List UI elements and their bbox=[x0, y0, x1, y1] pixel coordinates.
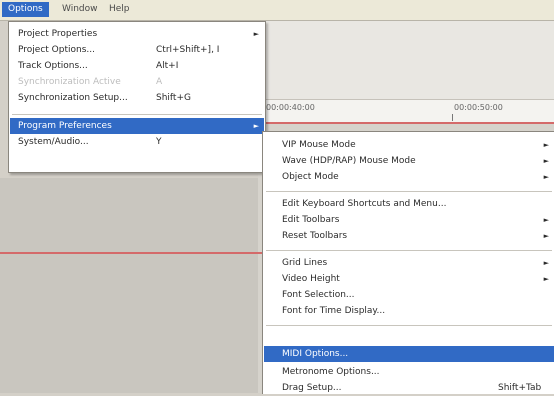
menu-item-label: Reset Toolbars bbox=[282, 231, 348, 241]
menu-item-shortcut: Y bbox=[156, 137, 162, 147]
timecode-label: 00:00:50:00 bbox=[454, 103, 503, 112]
menu-item-label: VIP Mouse Mode bbox=[282, 140, 356, 150]
menu-item-video-height[interactable]: Video Height ► bbox=[264, 271, 554, 287]
menu-item-wave-mouse-mode[interactable]: Wave (HDP/RAP) Mouse Mode ► bbox=[264, 153, 554, 169]
menu-item-label: Edit Toolbars bbox=[282, 215, 340, 225]
submenu-arrow-icon: ► bbox=[543, 259, 549, 267]
menu-item-label: Drag Setup... bbox=[282, 383, 342, 393]
menu-item-label: Wave (HDP/RAP) Mouse Mode bbox=[282, 156, 416, 166]
menu-item-label: Video Height bbox=[282, 274, 340, 284]
menu-item-project-properties[interactable]: Project Properties ► bbox=[10, 26, 264, 42]
track-header-panel bbox=[258, 21, 554, 99]
timeline-ruler[interactable]: 00:00:40:00 00:00:50:00 bbox=[258, 99, 554, 123]
menu-item-edit-toolbars[interactable]: Edit Toolbars ► bbox=[264, 212, 554, 228]
submenu-arrow-icon: ► bbox=[253, 122, 259, 130]
menu-item-label: Project Properties bbox=[18, 29, 98, 39]
menu-options[interactable]: Options bbox=[2, 2, 49, 17]
menu-item-label: Synchronization Setup... bbox=[18, 93, 128, 103]
menu-item-synchronization-active: Synchronization Active A bbox=[10, 74, 264, 90]
menu-item-reset-toolbars[interactable]: Reset Toolbars ► bbox=[264, 228, 554, 244]
timecode-label: 00:00:40:00 bbox=[266, 103, 315, 112]
program-preferences-submenu: VIP Mouse Mode ► Wave (HDP/RAP) Mouse Mo… bbox=[262, 131, 554, 394]
menu-item-label: Project Options... bbox=[18, 45, 95, 55]
menu-separator bbox=[266, 250, 552, 251]
menu-item-track-options[interactable]: Track Options... Alt+I bbox=[10, 58, 264, 74]
menu-item-label: Font for Time Display... bbox=[282, 306, 386, 316]
timeline-marker-line bbox=[258, 122, 554, 124]
submenu-arrow-icon: ► bbox=[543, 157, 549, 165]
menu-item-synchronization-setup[interactable]: Synchronization Setup... Shift+G bbox=[10, 90, 264, 106]
menu-item-label: System/Audio... bbox=[18, 137, 89, 147]
menu-item-program-preferences[interactable]: Program Preferences ► bbox=[10, 118, 264, 134]
menu-item-grid-lines[interactable]: Grid Lines ► bbox=[264, 255, 554, 271]
menu-item-midi-options[interactable]: MIDI Options... bbox=[264, 346, 554, 362]
menu-item-shortcut: Ctrl+Shift+], I bbox=[156, 45, 220, 55]
menu-separator bbox=[266, 325, 552, 326]
menu-item-font-time-display[interactable]: Font for Time Display... bbox=[264, 303, 554, 319]
menu-item-shortcut: A bbox=[156, 77, 163, 87]
menu-item-label: Font Selection... bbox=[282, 290, 355, 300]
menu-item-system-audio[interactable]: System/Audio... Y bbox=[10, 134, 264, 150]
menu-bar: Options Window Help bbox=[0, 0, 554, 21]
menu-item-label: Track Options... bbox=[18, 61, 88, 71]
menu-item-label: Edit Keyboard Shortcuts and Menu... bbox=[282, 199, 447, 209]
submenu-arrow-icon: ► bbox=[543, 141, 549, 149]
submenu-arrow-icon: ► bbox=[253, 30, 259, 38]
menu-item-label: Object Mode bbox=[282, 172, 339, 182]
timeline-marker-line bbox=[0, 252, 265, 254]
menu-item-object-mode[interactable]: Object Mode ► bbox=[264, 169, 554, 185]
menu-item-label: Grid Lines bbox=[282, 258, 328, 268]
submenu-arrow-icon: ► bbox=[543, 232, 549, 240]
menu-item-metronome-options[interactable]: Metronome Options... bbox=[264, 364, 554, 380]
menu-item-drag-setup[interactable]: Drag Setup... Shift+Tab bbox=[264, 380, 554, 396]
menu-item-font-selection[interactable]: Font Selection... bbox=[264, 287, 554, 303]
menu-item-label: Program Preferences bbox=[18, 121, 112, 131]
submenu-arrow-icon: ► bbox=[543, 173, 549, 181]
options-dropdown-menu: Project Properties ► Project Options... … bbox=[8, 21, 266, 173]
ruler-tick bbox=[452, 114, 453, 121]
menu-item-shortcut: Alt+I bbox=[156, 61, 179, 71]
submenu-arrow-icon: ► bbox=[543, 275, 549, 283]
menu-item-vip-mouse-mode[interactable]: VIP Mouse Mode ► bbox=[264, 137, 554, 153]
menu-item-label: MIDI Options... bbox=[282, 349, 349, 359]
menu-separator bbox=[266, 191, 552, 192]
menu-separator bbox=[12, 114, 262, 115]
track-area bbox=[0, 178, 258, 393]
menu-help[interactable]: Help bbox=[103, 2, 136, 17]
menu-item-project-options[interactable]: Project Options... Ctrl+Shift+], I bbox=[10, 42, 264, 58]
menu-item-edit-keyboard-shortcuts[interactable]: Edit Keyboard Shortcuts and Menu... bbox=[264, 196, 554, 212]
menu-item-shortcut: Shift+G bbox=[156, 93, 191, 103]
menu-window[interactable]: Window bbox=[56, 2, 104, 17]
submenu-arrow-icon: ► bbox=[543, 216, 549, 224]
menu-item-shortcut: Shift+Tab bbox=[498, 383, 542, 393]
menu-item-label: Synchronization Active bbox=[18, 77, 121, 87]
menu-item-label: Metronome Options... bbox=[282, 367, 380, 377]
